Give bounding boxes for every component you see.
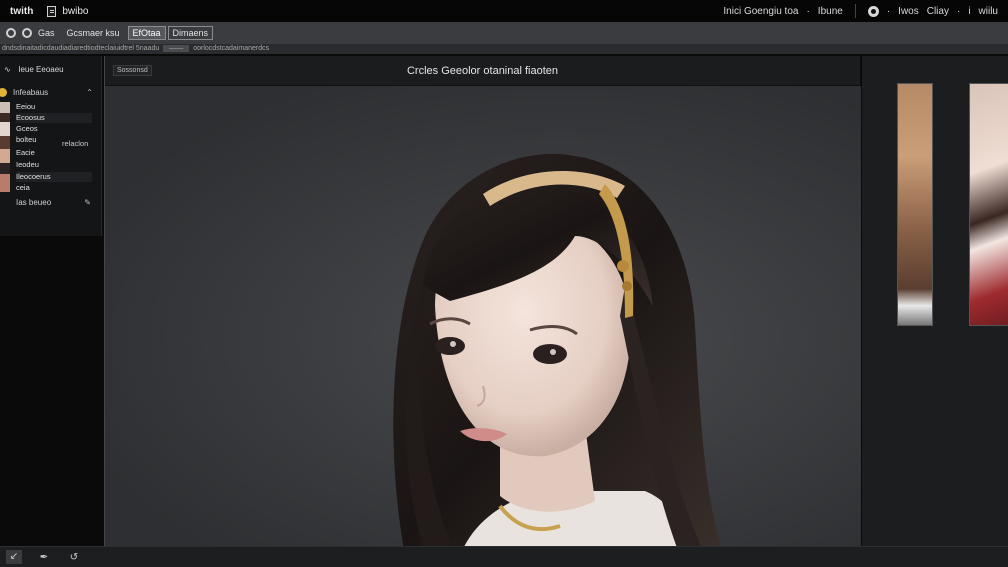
list-item[interactable]: Eeiou [16, 102, 35, 112]
list-item[interactable]: Eacie [16, 148, 35, 158]
toolbar-menu[interactable]: Gcsmaer ksu [61, 28, 126, 38]
list-item[interactable]: Ecoosus [16, 113, 92, 123]
divider [854, 4, 856, 18]
pen-tool-icon[interactable]: ✒ [36, 552, 52, 563]
mode-label[interactable]: Cliay [927, 6, 949, 17]
list-item[interactable]: ceia [16, 183, 30, 193]
window-label[interactable]: wiilu [979, 6, 998, 17]
wave-icon[interactable]: ∿ [4, 65, 11, 74]
breadcrumb: dndsdinaitadicdaudiadiaredtiodteclaiuidt… [0, 44, 1008, 54]
breadcrumb-highlight[interactable]: —— [163, 45, 190, 52]
toolbar-box-dimensions[interactable]: Dimaens [167, 26, 214, 40]
visibility-icon[interactable] [22, 28, 32, 38]
undo-icon[interactable]: ↺ [66, 552, 82, 563]
title-bar: twith bwibo Inici Goengiu toa · Ibune · … [0, 0, 1008, 22]
document-icon [47, 5, 57, 17]
canvas-panel: Sossonsd Crcles Geeolor otaninal fiaoten [104, 56, 861, 546]
breadcrumb-tail[interactable]: oorlocdstcadaimanerdcs [193, 45, 269, 52]
layer-group-row[interactable]: Infeabaus ⌃ [0, 82, 101, 102]
toolbar: Gas Gcsmaer ksu EfOtaa Dimaens [0, 22, 1008, 44]
panel-title: leue Eeoaeu [18, 64, 64, 74]
share-label[interactable]: Ibune [818, 6, 843, 17]
layer-footer-label: Ias beueo [16, 197, 52, 207]
portrait-image [393, 153, 722, 546]
list-item[interactable]: Ileocoerus [16, 172, 92, 182]
history-panel [862, 56, 1008, 546]
canvas-title: Crcles Geeolor otaninal fiaoten [406, 64, 559, 77]
history-thumbnail[interactable] [969, 83, 1008, 326]
close-circle-icon[interactable] [6, 28, 16, 38]
layer-group-label: Infeabaus [13, 87, 49, 97]
status-bar: ↙ ✒ ↺ [0, 546, 1008, 567]
layer-color-dot-icon [0, 87, 7, 97]
layer-thumbnail-strip[interactable] [0, 102, 10, 192]
app-name: twith [10, 5, 34, 17]
layers-panel-header: ∿ leue Eeoaeu [0, 56, 101, 82]
toolbar-item-gas[interactable]: Gas [32, 28, 61, 38]
expand-icon[interactable]: ⌃ [86, 88, 93, 97]
info-icon[interactable]: i [968, 6, 970, 17]
list-item[interactable]: Gceos [16, 124, 38, 134]
document-name: bwibo [62, 5, 89, 17]
toolbar-box-effects[interactable]: EfOtaa [127, 26, 166, 40]
breadcrumb-text[interactable]: dndsdinaitadicdaudiadiaredtiodteclaiuidt… [2, 45, 159, 52]
separator-dot: · [956, 5, 961, 17]
list-item[interactable]: Ieodeu [16, 160, 39, 170]
layer-thumbnail-list: Eeiou Ecoosus Gceos bolteu Eacie Ieodeu … [0, 102, 101, 192]
separator-dot: · [806, 5, 810, 17]
list-item[interactable]: bolteu [16, 135, 36, 145]
canvas-header: Sossonsd Crcles Geeolor otaninal fiaoten [105, 56, 860, 86]
cursor-icon[interactable]: ↙ [6, 550, 22, 564]
history-thumbnail[interactable] [897, 83, 933, 326]
user-circle-icon[interactable] [867, 5, 879, 17]
layer-footer-row[interactable]: Ias beueo ✎ [0, 192, 101, 212]
image-canvas[interactable] [105, 86, 861, 546]
title-bar-right: Inici Goengiu toa · Ibune · Iwos Cliay ·… [723, 4, 998, 18]
layer-side-label: relaclon [62, 139, 89, 148]
layers-panel: ∿ leue Eeoaeu Infeabaus ⌃ Eeiou Ecoosus … [0, 56, 102, 236]
edit-pencil-icon[interactable]: ✎ [84, 198, 91, 207]
separator-dot: · [886, 5, 891, 17]
account-label[interactable]: Inici Goengiu toa [723, 6, 798, 17]
workspace-label[interactable]: Iwos [898, 6, 919, 17]
